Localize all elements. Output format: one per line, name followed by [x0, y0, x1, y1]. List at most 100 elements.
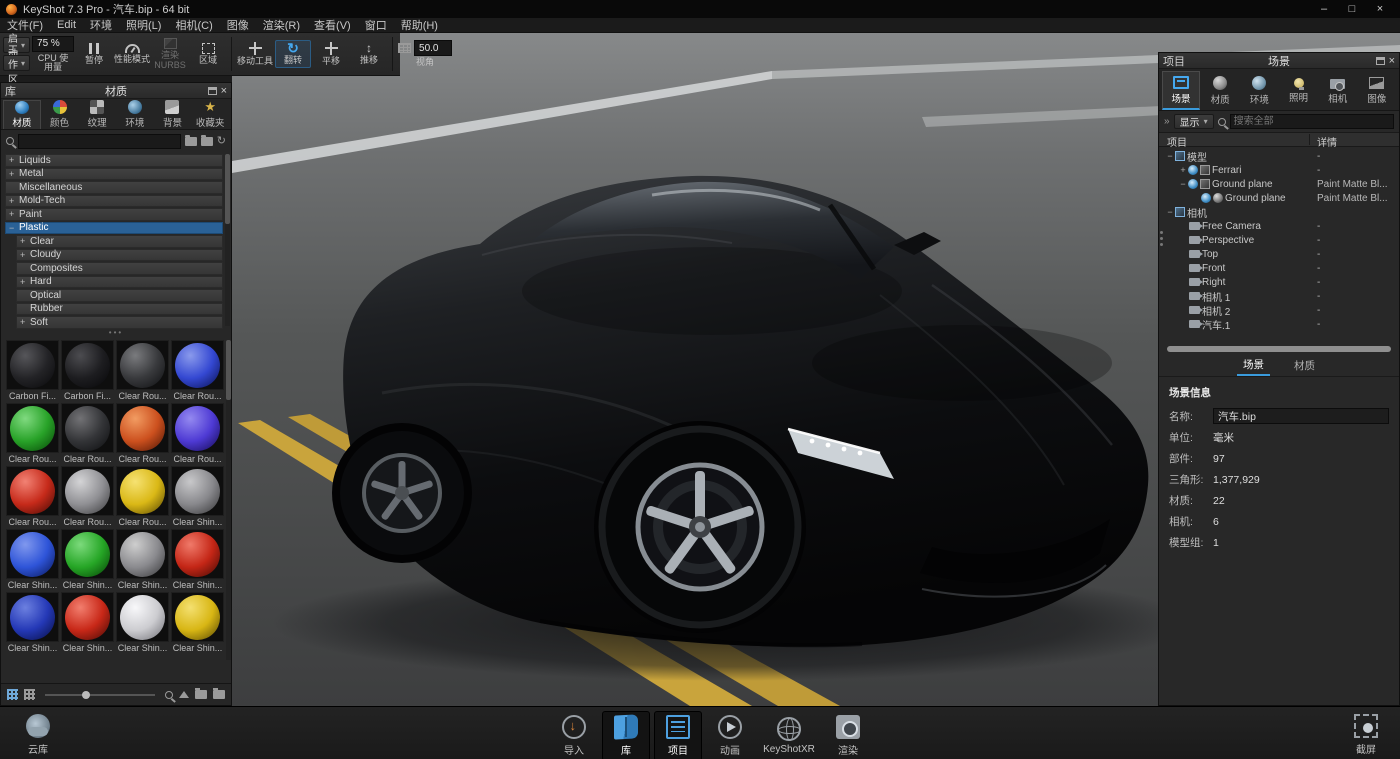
visibility-eye-icon[interactable] — [1188, 179, 1198, 189]
folder-icon[interactable] — [213, 690, 225, 699]
library-tree-item[interactable]: Miscellaneous — [5, 181, 223, 194]
menu-edit[interactable]: Edit — [50, 19, 83, 31]
library-tree-item[interactable]: +Liquids — [5, 154, 223, 167]
project-tab-image[interactable]: 图像 — [1358, 71, 1396, 110]
material-thumbnail[interactable]: Clear Shin... — [61, 529, 114, 591]
library-tree-item[interactable]: Optical — [16, 289, 223, 302]
performance-mode-button[interactable]: 性能模式 — [114, 43, 150, 65]
material-thumbnail[interactable]: Clear Shin... — [116, 529, 169, 591]
expander-icon[interactable]: − — [1165, 151, 1175, 161]
material-thumbnail[interactable]: Clear Shin... — [6, 592, 59, 654]
scene-tree-row[interactable]: +Ferrari- — [1159, 163, 1399, 177]
pan-button[interactable]: 平移 — [313, 41, 349, 67]
scene-tree-row-cameras-group[interactable]: −相机 — [1159, 205, 1399, 219]
maximize-button[interactable]: □ — [1338, 0, 1366, 18]
visibility-eye-icon[interactable] — [1188, 165, 1198, 175]
material-thumbnail[interactable]: Clear Shin... — [171, 592, 224, 654]
project-tab-scene[interactable]: 场景 — [1162, 71, 1200, 110]
material-thumbnail[interactable]: Clear Rou... — [6, 403, 59, 465]
material-thumbnail[interactable]: Clear Rou... — [116, 340, 169, 402]
menu-help[interactable]: 帮助(H) — [394, 17, 445, 33]
screenshot-button[interactable]: 截屏 — [1342, 711, 1390, 759]
fov-value-field[interactable]: 50.0 — [414, 40, 452, 56]
library-tree-item[interactable]: +Hard — [16, 276, 223, 289]
close-panel-icon[interactable]: × — [221, 86, 227, 96]
library-tree-item[interactable]: +Paint — [5, 208, 223, 221]
project-tab-camera[interactable]: 相机 — [1319, 71, 1357, 110]
undock-panel-icon[interactable] — [208, 87, 217, 95]
scene-tree-row[interactable]: Free Camera- — [1159, 219, 1399, 233]
scene-tree-row[interactable]: 相机 1- — [1159, 289, 1399, 303]
visibility-eye-icon[interactable] — [1201, 193, 1211, 203]
expander-icon[interactable]: + — [20, 317, 30, 327]
library-tree-item[interactable]: Composites — [16, 262, 223, 275]
pause-button[interactable]: 暂停 — [76, 42, 112, 66]
project-tab-environment[interactable]: 环境 — [1240, 71, 1278, 110]
library-tab-backplates[interactable]: 背景 — [154, 100, 192, 129]
library-search-input[interactable] — [18, 134, 181, 149]
scene-tree-row[interactable]: Ground planePaint Matte Bl... — [1159, 191, 1399, 205]
expander-icon[interactable]: − — [1178, 179, 1188, 189]
subtab-scene[interactable]: 场景 — [1237, 355, 1270, 376]
scene-search-input[interactable] — [1230, 114, 1394, 129]
close-panel-icon[interactable]: × — [1389, 56, 1395, 66]
cpu-usage-value[interactable]: 75 % — [32, 36, 74, 52]
import-folder-icon[interactable] — [201, 137, 213, 146]
library-tree-item[interactable]: +Clear — [16, 235, 223, 248]
render-nurbs-button[interactable]: 渲染NURBS — [152, 37, 188, 71]
project-toggle-button[interactable]: 项目 — [654, 711, 702, 759]
move-tool-button[interactable]: 移动工具 — [237, 41, 273, 67]
menu-render[interactable]: 渲染(R) — [256, 17, 307, 33]
close-button[interactable]: × — [1366, 0, 1394, 18]
menu-window[interactable]: 窗口 — [358, 17, 394, 33]
thumbnail-size-slider[interactable] — [45, 694, 155, 696]
scene-tree-row-models-group[interactable]: −模型- — [1159, 149, 1399, 163]
library-tab-textures[interactable]: 纹理 — [78, 100, 116, 129]
expander-icon[interactable]: + — [9, 169, 19, 179]
library-tree-item[interactable]: +Soft — [16, 316, 223, 329]
library-tab-colors[interactable]: 颜色 — [41, 100, 79, 129]
library-toggle-button[interactable]: 库 — [602, 711, 650, 759]
material-thumbnail[interactable]: Clear Rou... — [116, 403, 169, 465]
library-tree-item[interactable]: +Metal — [5, 168, 223, 181]
library-tree-item[interactable]: +Mold-Tech — [5, 195, 223, 208]
show-filter-button[interactable]: 显示▾ — [1174, 114, 1214, 129]
material-thumbnail[interactable]: Clear Rou... — [171, 340, 224, 402]
material-thumbnail[interactable]: Clear Rou... — [116, 466, 169, 528]
material-thumbnail[interactable]: Clear Shin... — [61, 592, 114, 654]
folder-icon[interactable] — [195, 690, 207, 699]
material-thumbnail[interactable]: Clear Shin... — [171, 529, 224, 591]
column-divider[interactable] — [1309, 134, 1310, 145]
expander-icon[interactable]: + — [9, 209, 19, 219]
menu-environment[interactable]: 环境 — [83, 17, 119, 33]
library-tree-item[interactable]: +Cloudy — [16, 249, 223, 262]
upload-icon[interactable] — [179, 691, 189, 698]
expander-icon[interactable]: + — [9, 196, 19, 206]
project-tab-material[interactable]: 材质 — [1201, 71, 1239, 110]
minimize-button[interactable]: – — [1310, 0, 1338, 18]
expander-icon[interactable]: + — [1178, 165, 1188, 175]
thumbnail-scrollbar[interactable] — [226, 340, 231, 660]
render-button[interactable]: 渲染 — [824, 711, 872, 759]
scene-tree-row[interactable]: Top- — [1159, 247, 1399, 261]
scene-tree-row[interactable]: 汽车.1- — [1159, 317, 1399, 331]
undock-panel-icon[interactable] — [1376, 57, 1385, 65]
subtab-material[interactable]: 材质 — [1288, 356, 1321, 375]
scene-name-field[interactable]: 汽车.bip — [1213, 408, 1389, 424]
collapse-chevrons-icon[interactable]: » — [1164, 116, 1170, 127]
expander-icon[interactable]: + — [9, 155, 19, 165]
zoom-icon[interactable] — [165, 691, 173, 699]
list-view-icon[interactable] — [24, 689, 35, 700]
material-thumbnail[interactable]: Clear Shin... — [116, 592, 169, 654]
library-tree-scrollbar[interactable] — [225, 154, 230, 326]
menu-view[interactable]: 查看(V) — [307, 17, 358, 33]
menu-lighting[interactable]: 照明(L) — [119, 17, 168, 33]
material-thumbnail[interactable]: Clear Rou... — [61, 403, 114, 465]
dolly-button[interactable]: 推移 — [351, 41, 387, 66]
scene-tree-hscrollbar[interactable] — [1159, 343, 1399, 355]
material-thumbnail[interactable]: Clear Rou... — [171, 403, 224, 465]
keyshotxr-button[interactable]: KeyShotXR — [758, 711, 820, 759]
project-tab-lighting[interactable]: 照明 — [1280, 71, 1318, 110]
material-thumbnail[interactable]: Clear Rou... — [6, 466, 59, 528]
material-thumbnail[interactable]: Carbon Fi... — [61, 340, 114, 402]
